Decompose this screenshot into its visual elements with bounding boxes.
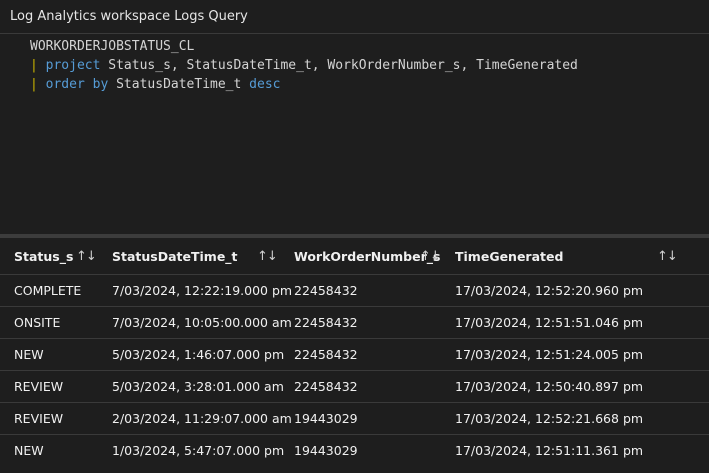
- query-keyword-project: project: [45, 58, 101, 73]
- cell-status-datetime: 7/03/2024, 10:05:00.000 am: [112, 315, 292, 330]
- cell-workorder-number: 22458432: [294, 283, 358, 298]
- table-row[interactable]: NEW 5/03/2024, 1:46:07.000 pm 22458432 1…: [0, 338, 709, 370]
- table-header-row: Status_s ↑↓ StatusDateTime_t ↑↓ WorkOrde…: [0, 238, 709, 274]
- cell-time-generated: 17/03/2024, 12:50:40.897 pm: [455, 379, 644, 394]
- query-line-3[interactable]: | order by StatusDateTime_t desc: [30, 75, 280, 94]
- cell-time-generated: 17/03/2024, 12:51:24.005 pm: [455, 347, 644, 362]
- column-header-status[interactable]: Status_s: [14, 238, 73, 274]
- sort-up-down-icon[interactable]: ↑↓: [257, 238, 278, 274]
- cell-status: COMPLETE: [14, 283, 82, 298]
- cell-workorder-number: 22458432: [294, 347, 358, 362]
- query-keyword-order-by: order by: [45, 77, 109, 92]
- cell-status: NEW: [14, 347, 44, 362]
- cell-status-datetime: 1/03/2024, 5:47:07.000 pm: [112, 443, 285, 458]
- column-header-status-datetime[interactable]: StatusDateTime_t: [112, 238, 238, 274]
- query-pipe: |: [30, 58, 38, 73]
- table-row[interactable]: ONSITE 7/03/2024, 10:05:00.000 am 224584…: [0, 306, 709, 338]
- table-row[interactable]: REVIEW 2/03/2024, 11:29:07.000 am 194430…: [0, 402, 709, 434]
- sort-up-down-icon[interactable]: ↑↓: [657, 238, 678, 274]
- query-table-name: WORKORDERJOBSTATUS_CL: [30, 39, 195, 54]
- sort-up-down-icon[interactable]: ↑↓: [420, 238, 441, 274]
- cell-time-generated: 17/03/2024, 12:51:51.046 pm: [455, 315, 644, 330]
- cell-time-generated: 17/03/2024, 12:52:20.960 pm: [455, 283, 644, 298]
- cell-workorder-number: 22458432: [294, 315, 358, 330]
- query-keyword-desc: desc: [249, 77, 281, 92]
- cell-workorder-number: 19443029: [294, 443, 358, 458]
- page-title: Log Analytics workspace Logs Query: [10, 9, 248, 24]
- table-row[interactable]: NEW 1/03/2024, 5:47:07.000 pm 19443029 1…: [0, 434, 709, 466]
- query-line-2[interactable]: | project Status_s, StatusDateTime_t, Wo…: [30, 56, 578, 75]
- table-row[interactable]: COMPLETE 7/03/2024, 12:22:19.000 pm 2245…: [0, 274, 709, 306]
- query-order-column: StatusDateTime_t: [108, 77, 250, 92]
- column-header-workorder-number[interactable]: WorkOrderNumber_s: [294, 238, 440, 274]
- cell-status: NEW: [14, 443, 44, 458]
- cell-status-datetime: 5/03/2024, 3:28:01.000 am: [112, 379, 284, 394]
- query-line-1[interactable]: WORKORDERJOBSTATUS_CL: [30, 37, 194, 56]
- table-row[interactable]: REVIEW 5/03/2024, 3:28:01.000 am 2245843…: [0, 370, 709, 402]
- cell-status: REVIEW: [14, 379, 64, 394]
- cell-time-generated: 17/03/2024, 12:52:21.668 pm: [455, 411, 644, 426]
- column-header-time-generated[interactable]: TimeGenerated: [455, 238, 563, 274]
- cell-workorder-number: 22458432: [294, 379, 358, 394]
- cell-status-datetime: 2/03/2024, 11:29:07.000 am: [112, 411, 292, 426]
- query-pipe: |: [30, 77, 38, 92]
- cell-status-datetime: 7/03/2024, 12:22:19.000 pm: [112, 283, 293, 298]
- cell-status-datetime: 5/03/2024, 1:46:07.000 pm: [112, 347, 285, 362]
- cell-status: ONSITE: [14, 315, 61, 330]
- sort-up-down-icon[interactable]: ↑↓: [76, 238, 97, 274]
- query-editor[interactable]: WORKORDERJOBSTATUS_CL | project Status_s…: [0, 34, 709, 234]
- cell-workorder-number: 19443029: [294, 411, 358, 426]
- title-bar: Log Analytics workspace Logs Query: [0, 0, 709, 34]
- cell-time-generated: 17/03/2024, 12:51:11.361 pm: [455, 443, 644, 458]
- cell-status: REVIEW: [14, 411, 64, 426]
- results-table: Status_s ↑↓ StatusDateTime_t ↑↓ WorkOrde…: [0, 238, 709, 473]
- query-project-columns: Status_s, StatusDateTime_t, WorkOrderNum…: [100, 58, 578, 73]
